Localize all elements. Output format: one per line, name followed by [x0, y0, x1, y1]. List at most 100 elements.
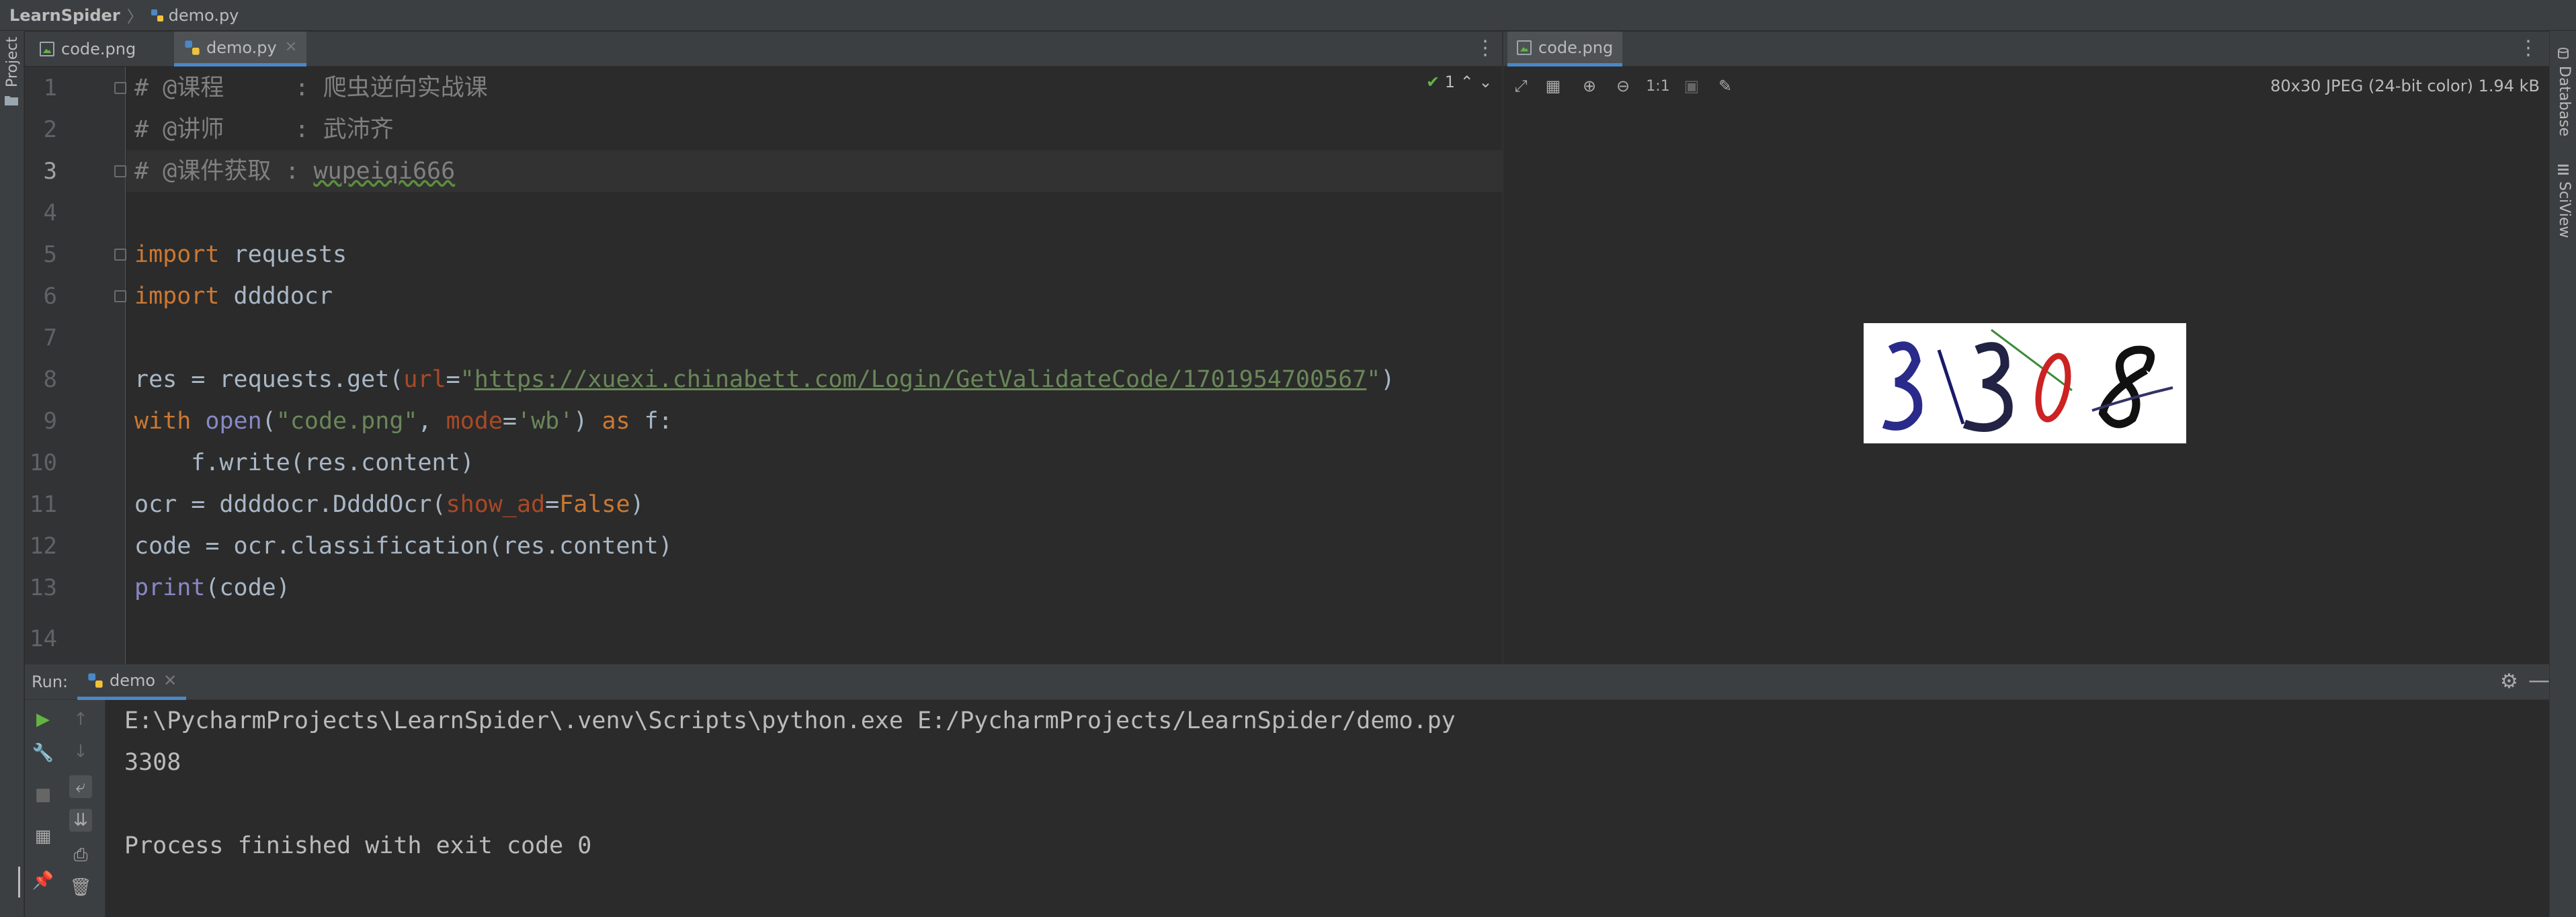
editor-tab-bar: code.png demo.py ✕ ⋮ [25, 32, 1502, 67]
folder-icon[interactable] [4, 94, 19, 106]
database-tool-button[interactable]: Database [2556, 66, 2573, 136]
code-token: open [205, 408, 262, 435]
rerun-icon[interactable]: ▶ [32, 708, 54, 731]
fold-marker-icon[interactable] [114, 249, 126, 261]
sciview-icon[interactable] [2557, 163, 2570, 176]
inspection-widget[interactable]: ✔ 1 ⌃ ⌄ [1426, 73, 1493, 91]
more-options-icon[interactable]: ⋮ [1475, 38, 1495, 58]
arrow-up-icon[interactable]: ↑ [69, 708, 92, 731]
close-tab-icon[interactable]: ✕ [163, 671, 177, 690]
code-token: ) [630, 491, 645, 518]
code-token: requests [219, 241, 347, 268]
tab-label: demo.py [206, 38, 277, 57]
run-toolbar: ▶ 🔧 ■ ▦ 📌 ↑ ↓ ⤶ ⇊ ⎙ 🗑 [25, 700, 106, 917]
run-label: Run: [32, 672, 69, 691]
code-token: mode [446, 408, 503, 435]
chevron-up-icon[interactable]: ⌃ [1460, 73, 1474, 91]
fold-marker-icon[interactable] [114, 165, 126, 177]
scroll-to-end-icon[interactable]: ⇊ [69, 809, 92, 832]
code-token: url [403, 366, 446, 393]
tab-code-png[interactable]: code.png [30, 32, 145, 67]
split-divider[interactable] [1502, 32, 1503, 664]
line-number: 7 [43, 324, 57, 351]
code-token: 'wb' [517, 408, 574, 435]
right-tool-strip: Database SciView [2549, 31, 2576, 917]
code-token: = [545, 491, 560, 518]
project-tool-button[interactable]: Project [4, 37, 21, 87]
chevron-down-icon[interactable]: ⌄ [1479, 73, 1492, 91]
code-token: " [460, 366, 474, 393]
code-token: wupeiqi666 [313, 158, 456, 185]
code-line: import ddddocr [134, 275, 333, 317]
color-picker-icon[interactable]: ✎ [1716, 77, 1735, 95]
image-file-icon [1517, 40, 1532, 55]
breadcrumb-file[interactable]: demo.py [169, 6, 239, 25]
run-tab-label: demo [110, 671, 156, 690]
close-tab-icon[interactable]: ✕ [285, 39, 297, 56]
code-line: # @课程 : 爬虫逆向实战课 [134, 75, 488, 101]
tab-label: code.png [1538, 38, 1614, 57]
code-token: print [134, 574, 206, 601]
code-token: ) [1380, 366, 1395, 393]
line-number: 11 [30, 491, 57, 518]
code-token: "code.png" [276, 408, 418, 435]
stop-icon[interactable]: ■ [32, 783, 54, 806]
fit-to-window-icon[interactable]: ⤢ [1511, 77, 1530, 95]
code-editor[interactable]: 1 2 3 4 5 6 7 8 9 10 11 12 13 14 # @课程 :… [25, 67, 1502, 664]
line-number: 1 [43, 75, 57, 101]
wrench-icon[interactable]: 🔧 [32, 742, 54, 765]
code-token: import [134, 283, 220, 310]
python-file-icon [185, 40, 200, 55]
image-tab-bar: code.png ⋮ [1503, 32, 2549, 67]
code-url-link[interactable]: https://xuexi.chinabett.com/Login/GetVal… [474, 366, 1367, 393]
arrow-down-icon[interactable]: ↓ [69, 740, 92, 763]
tab-demo-py[interactable]: demo.py ✕ [174, 32, 307, 67]
fold-marker-icon[interactable] [114, 82, 126, 94]
soft-wrap-icon[interactable]: ⤶ [69, 775, 92, 798]
layout-icon[interactable]: ▦ [32, 825, 54, 848]
line-number: 8 [43, 366, 57, 393]
tab-label: code.png [61, 40, 136, 58]
grid-icon[interactable]: ▦ [1544, 77, 1563, 95]
zoom-out-icon[interactable]: ⊖ [1614, 77, 1632, 95]
minimize-icon[interactable]: — [2528, 667, 2550, 693]
code-token: with [134, 408, 192, 435]
print-icon[interactable]: ⎙ [69, 844, 92, 867]
check-icon: ✔ [1426, 73, 1440, 91]
line-number: 10 [30, 449, 57, 476]
breadcrumb-project[interactable]: LearnSpider [9, 6, 120, 25]
breadcrumb-separator: 〉 [126, 7, 143, 26]
captcha-image [1864, 323, 2186, 443]
fold-marker-icon[interactable] [114, 290, 126, 302]
code-token: (code) [205, 574, 290, 601]
run-tab-demo[interactable]: demo ✕ [77, 664, 187, 700]
code-line: ocr = ddddocr.DdddOcr(show_ad=False) [134, 484, 645, 525]
pin-icon[interactable]: 📌 [32, 869, 54, 892]
background-icon[interactable]: ▣ [1682, 77, 1701, 95]
sciview-tool-button[interactable]: SciView [2556, 181, 2573, 238]
console-output[interactable]: E:\PycharmProjects\LearnSpider\.venv\Scr… [106, 700, 2549, 917]
line-number: 6 [43, 283, 57, 310]
code-token: " [1366, 366, 1381, 393]
code-token: ( [261, 408, 276, 435]
code-token: res = requests.get( [134, 366, 404, 393]
tab-image-code-png[interactable]: code.png [1507, 32, 1623, 67]
database-icon[interactable] [2557, 47, 2570, 60]
trash-icon[interactable]: 🗑 [69, 876, 92, 899]
more-options-icon[interactable]: ⋮ [2518, 38, 2538, 58]
line-number: 13 [30, 574, 57, 601]
code-line: res = requests.get(url="https://xuexi.ch… [134, 359, 1395, 400]
console-line: Process finished with exit code 0 [124, 832, 592, 859]
image-info: 80x30 JPEG (24-bit color) 1.94 kB [2270, 77, 2540, 95]
zoom-in-icon[interactable]: ⊕ [1580, 77, 1599, 95]
code-token: = [502, 408, 517, 435]
line-number: 4 [43, 200, 57, 226]
actual-size-button[interactable]: 1:1 [1646, 77, 1669, 95]
gear-icon[interactable]: ⚙ [2500, 670, 2518, 693]
code-line: # @课件获取 : wupeiqi666 [134, 150, 455, 192]
line-number: 12 [30, 533, 57, 560]
line-number: 3 [43, 158, 57, 185]
text-caret [18, 867, 20, 898]
code-line: with open("code.png", mode='wb') as f: [134, 400, 673, 442]
code-token: as [601, 408, 630, 435]
